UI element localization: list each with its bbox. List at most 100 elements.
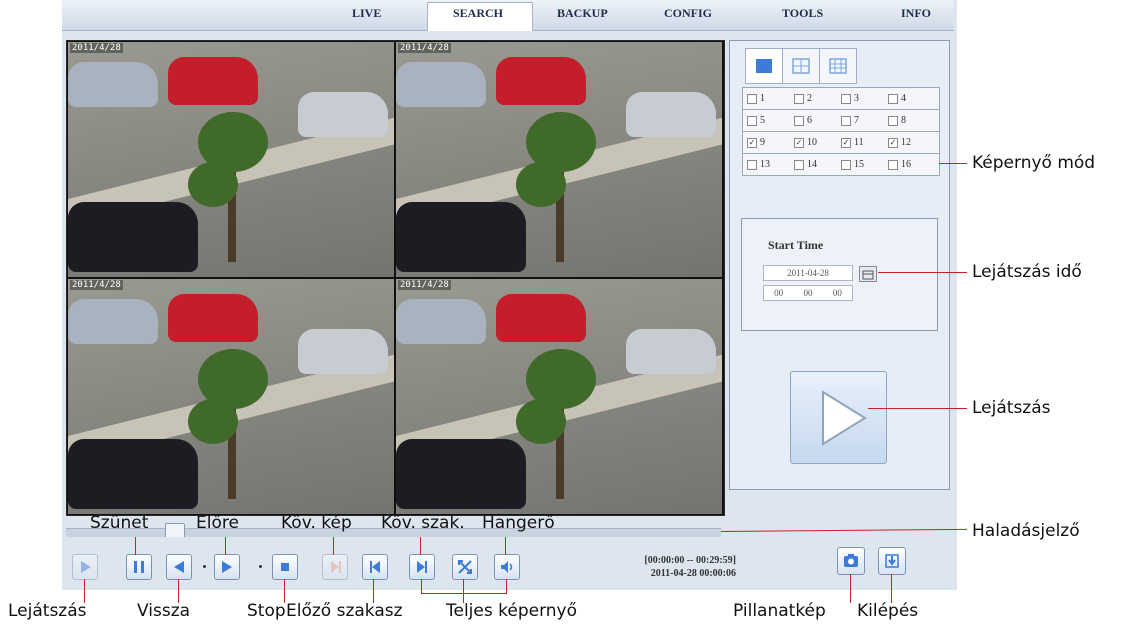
car-silver: [68, 62, 158, 107]
car-white: [626, 329, 716, 374]
next-segment-button[interactable]: [409, 554, 435, 580]
video-tile-3[interactable]: 2011/4/28: [68, 279, 394, 514]
playback-time-info: [00:00:00 -- 00:29:59] 2011-04-28 00:00:…: [596, 554, 736, 580]
leader-line: [135, 537, 136, 555]
label-next-frame: Köv. kép: [281, 513, 352, 533]
volume-icon: [501, 561, 513, 573]
car-red: [496, 294, 586, 342]
channel-checkbox[interactable]: 6: [790, 115, 837, 126]
label-playback-time: Lejátszás idő: [972, 262, 1082, 282]
car-silver: [68, 299, 158, 344]
video-tile-4[interactable]: 2011/4/28: [396, 279, 722, 514]
channel-checkbox[interactable]: 3: [837, 93, 884, 104]
rewind-icon: [174, 561, 184, 573]
car-white: [298, 329, 388, 374]
channel-checkbox[interactable]: 2: [790, 93, 837, 104]
check-icon: ✓: [841, 137, 851, 148]
channel-row: 5 6 7 8: [743, 110, 939, 132]
video-playback-area[interactable]: 2011/4/28 2011/4/28 2011/4/28 2011/4/28: [66, 40, 725, 516]
time-range: [00:00:00 -- 00:29:59]: [644, 555, 736, 566]
speed-dot: [203, 565, 206, 568]
car-white: [626, 92, 716, 137]
mode-1x1-button[interactable]: [745, 48, 783, 84]
stop-button[interactable]: [272, 554, 298, 580]
car-black: [396, 202, 526, 272]
label-volume: Hangerő: [482, 513, 555, 533]
next-frame-icon: [331, 561, 341, 573]
leader-line: [850, 574, 851, 603]
mode-2x2-button[interactable]: [782, 48, 820, 84]
car-black: [396, 439, 526, 509]
leader-line: [333, 537, 334, 555]
pause-button[interactable]: [126, 554, 152, 580]
channel-checkbox[interactable]: ✓ 9: [743, 137, 790, 148]
leader-line: [225, 537, 226, 555]
channel-checkbox[interactable]: 14: [790, 159, 837, 170]
label-next-segment: Köv. szak.: [381, 513, 465, 533]
calendar-button[interactable]: [859, 266, 877, 282]
snapshot-button[interactable]: [837, 547, 865, 575]
leader-line: [178, 579, 179, 603]
forward-icon: [222, 561, 232, 573]
channel-checkbox-grid: 1 2 3 4 5 6 7 8 ✓ 9 ✓ 10 ✓ 11 ✓ 12 13 14 15 …: [742, 87, 940, 176]
camera-icon: [844, 554, 858, 567]
channel-checkbox[interactable]: ✓ 10: [790, 137, 837, 148]
tab-backup[interactable]: BACKUP: [557, 6, 608, 21]
tab-tools[interactable]: TOOLS: [782, 6, 823, 21]
channel-checkbox[interactable]: 4: [884, 93, 931, 104]
next-segment-icon: [417, 561, 427, 573]
channel-row: 1 2 3 4: [743, 88, 939, 110]
next-frame-button[interactable]: [322, 554, 348, 580]
exit-button[interactable]: [878, 547, 906, 575]
channel-checkbox[interactable]: 1: [743, 93, 790, 104]
forward-button[interactable]: [214, 554, 240, 580]
channel-stamp: 2011/4/28: [398, 43, 451, 53]
tab-info[interactable]: INFO: [901, 6, 931, 21]
tab-config[interactable]: CONFIG: [664, 6, 712, 21]
label-rewind: Vissza: [137, 601, 191, 621]
tab-live[interactable]: LIVE: [352, 6, 381, 21]
label-progress: Haladásjelző: [972, 521, 1080, 541]
car-silver: [396, 299, 486, 344]
leader-line: [939, 163, 967, 164]
pause-icon: [134, 561, 144, 573]
speed-dot: [259, 565, 262, 568]
stop-icon: [281, 563, 289, 571]
label-forward: Előre: [196, 513, 239, 533]
second-value: 00: [832, 288, 842, 298]
label-snapshot: Pillanatkép: [733, 601, 826, 621]
minute-value: 00: [803, 288, 813, 298]
prev-segment-icon: [370, 561, 380, 573]
leader-line: [878, 272, 967, 273]
rewind-button[interactable]: [166, 554, 192, 580]
fullscreen-button[interactable]: [452, 554, 478, 580]
label-playback: Lejátszás: [972, 398, 1051, 418]
screen-mode-selector: [745, 48, 935, 84]
start-date-field[interactable]: 2011-04-28: [763, 265, 853, 281]
channel-checkbox[interactable]: 5: [743, 115, 790, 126]
channel-checkbox[interactable]: 15: [837, 159, 884, 170]
tab-search[interactable]: SEARCH: [453, 6, 503, 21]
play-button[interactable]: [72, 554, 98, 580]
channel-checkbox[interactable]: ✓ 11: [837, 137, 884, 148]
prev-segment-button[interactable]: [362, 554, 388, 580]
leader-line: [505, 537, 506, 555]
channel-checkbox[interactable]: 8: [884, 115, 931, 126]
big-play-button[interactable]: [790, 371, 887, 464]
channel-checkbox[interactable]: 16: [884, 159, 931, 170]
label-screen-mode: Képernyő mód: [972, 153, 1096, 173]
start-time-field[interactable]: 00 00 00: [763, 285, 853, 301]
calendar-icon: [862, 270, 874, 280]
leader-line: [891, 574, 892, 603]
video-tile-1[interactable]: 2011/4/28: [68, 42, 394, 277]
mode-3x3-button[interactable]: [819, 48, 857, 84]
channel-checkbox[interactable]: ✓ 12: [884, 137, 931, 148]
check-icon: ✓: [747, 137, 757, 148]
car-red: [168, 57, 258, 105]
channel-checkbox[interactable]: 13: [743, 159, 790, 170]
leader-line: [506, 579, 507, 593]
volume-button[interactable]: [494, 554, 520, 580]
channel-stamp: 2011/4/28: [70, 43, 123, 53]
channel-checkbox[interactable]: 7: [837, 115, 884, 126]
video-tile-2[interactable]: 2011/4/28: [396, 42, 722, 277]
